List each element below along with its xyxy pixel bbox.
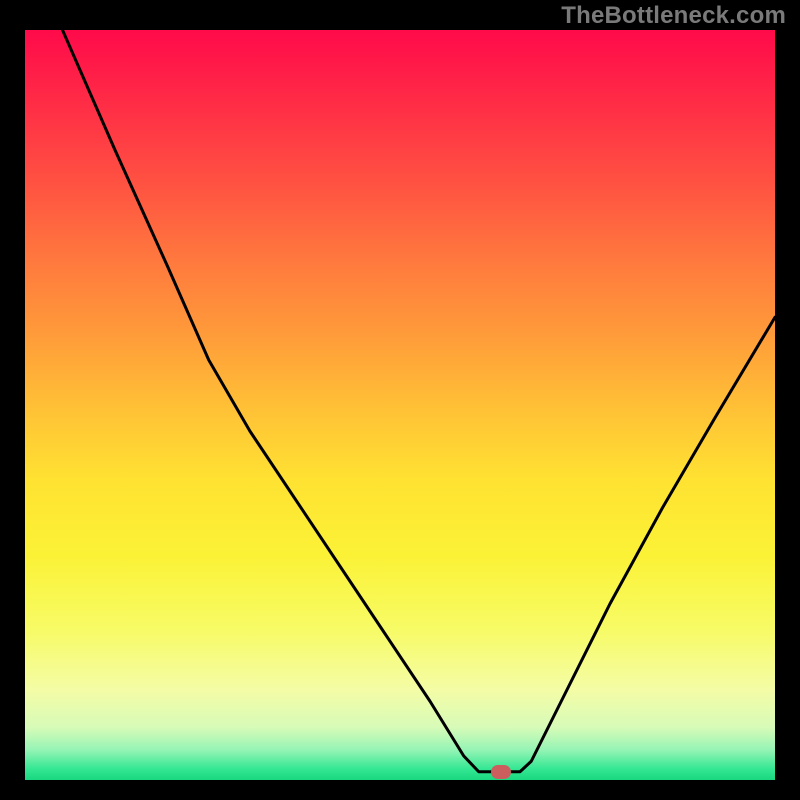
bottleneck-curve	[25, 30, 775, 780]
optimum-marker	[491, 765, 511, 779]
plot-area	[25, 30, 775, 780]
chart-container: TheBottleneck.com	[0, 0, 800, 800]
watermark-text: TheBottleneck.com	[561, 2, 786, 30]
